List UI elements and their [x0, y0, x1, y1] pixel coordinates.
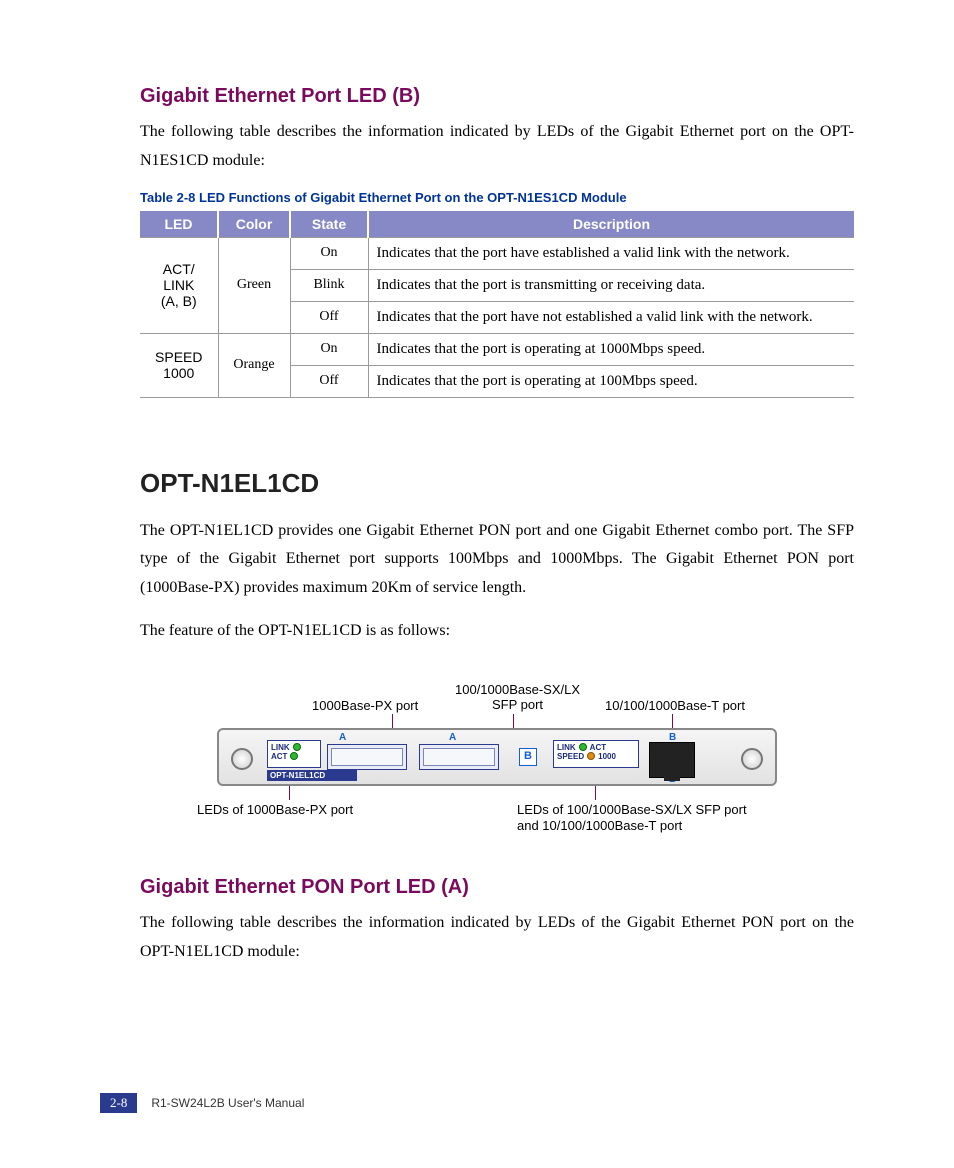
cell-led: SPEED 1000 — [140, 333, 218, 397]
cell-desc: Indicates that the port is transmitting … — [368, 269, 854, 301]
table-caption: Table 2-8 LED Functions of Gigabit Ether… — [140, 190, 854, 205]
figure-label-leds-right-1: LEDs of 100/1000Base-SX/LX SFP port — [517, 802, 747, 817]
port-sfp — [419, 744, 499, 770]
cell-state: Off — [290, 301, 368, 333]
table-header-row: LED Color State Description — [140, 211, 854, 238]
led-dot-icon — [587, 752, 595, 760]
led-label-link: LINK — [271, 743, 290, 752]
cell-state: Blink — [290, 269, 368, 301]
page-number: 2-8 — [100, 1093, 137, 1113]
letter-a: A — [449, 732, 456, 743]
led-box-left: LINK ACT — [267, 740, 321, 768]
paragraph: The OPT-N1EL1CD provides one Gigabit Eth… — [140, 517, 854, 603]
cell-state: On — [290, 237, 368, 269]
table-row: ACT/ LINK (A, B) Green On Indicates that… — [140, 237, 854, 269]
screw-icon — [741, 748, 763, 770]
paragraph: The following table describes the inform… — [140, 909, 854, 967]
module-name-tag: OPT-N1EL1CD — [267, 770, 357, 781]
col-state: State — [290, 211, 368, 238]
led-dot-icon — [293, 743, 301, 751]
cell-color: Orange — [218, 333, 290, 397]
col-color: Color — [218, 211, 290, 238]
paragraph: The feature of the OPT-N1EL1CD is as fol… — [140, 617, 854, 646]
led-box-right: LINK ACT SPEED 1000 — [553, 740, 639, 768]
module-faceplate: LINK ACT OPT-N1EL1CD A A B LINKACT SPEED… — [217, 728, 777, 786]
led-label-1000: 1000 — [598, 752, 616, 761]
cell-led: ACT/ LINK (A, B) — [140, 237, 218, 333]
figure-label-10-100-1000base-t: 10/100/1000Base-T port — [605, 698, 745, 713]
cell-desc: Indicates that the port is operating at … — [368, 333, 854, 365]
port-1000base-px — [327, 744, 407, 770]
leader-line — [289, 786, 290, 800]
footer-text: R1-SW24L2B User's Manual — [151, 1096, 304, 1110]
led-dot-icon — [579, 743, 587, 751]
letter-a: A — [339, 732, 346, 743]
table-row: SPEED 1000 Orange On Indicates that the … — [140, 333, 854, 365]
heading-gige-pon-port-led-a: Gigabit Ethernet PON Port LED (A) — [140, 876, 854, 899]
led-dot-icon — [290, 752, 298, 760]
cell-state: On — [290, 333, 368, 365]
cell-state: Off — [290, 365, 368, 397]
led-label-act: ACT — [590, 743, 606, 752]
led-label-act: ACT — [271, 752, 287, 761]
col-desc: Description — [368, 211, 854, 238]
led-label-speed: SPEED — [557, 752, 584, 761]
letter-b-box: B — [519, 748, 537, 766]
paragraph: The following table describes the inform… — [140, 118, 854, 176]
figure-label-leds-left: LEDs of 1000Base-PX port — [197, 802, 353, 817]
port-rj45 — [649, 742, 695, 778]
figure-label-leds-right-2: and 10/100/1000Base-T port — [517, 818, 682, 833]
led-table: LED Color State Description ACT/ LINK (A… — [140, 211, 854, 398]
heading-opt-n1el1cd: OPT-N1EL1CD — [140, 468, 854, 499]
cell-color: Green — [218, 237, 290, 333]
led-label-link: LINK — [557, 743, 576, 752]
figure-label-sfp: 100/1000Base-SX/LX SFP port — [455, 682, 580, 712]
leader-line — [595, 786, 596, 800]
figure-label-1000base-px: 1000Base-PX port — [312, 698, 418, 713]
cell-desc: Indicates that the port have established… — [368, 237, 854, 269]
screw-icon — [231, 748, 253, 770]
module-figure: 1000Base-PX port 100/1000Base-SX/LX SFP … — [217, 676, 777, 836]
col-led: LED — [140, 211, 218, 238]
cell-desc: Indicates that the port is operating at … — [368, 365, 854, 397]
heading-gige-port-led-b: Gigabit Ethernet Port LED (B) — [140, 85, 854, 108]
page-footer: 2-8 R1-SW24L2B User's Manual — [100, 1093, 304, 1113]
cell-desc: Indicates that the port have not establi… — [368, 301, 854, 333]
